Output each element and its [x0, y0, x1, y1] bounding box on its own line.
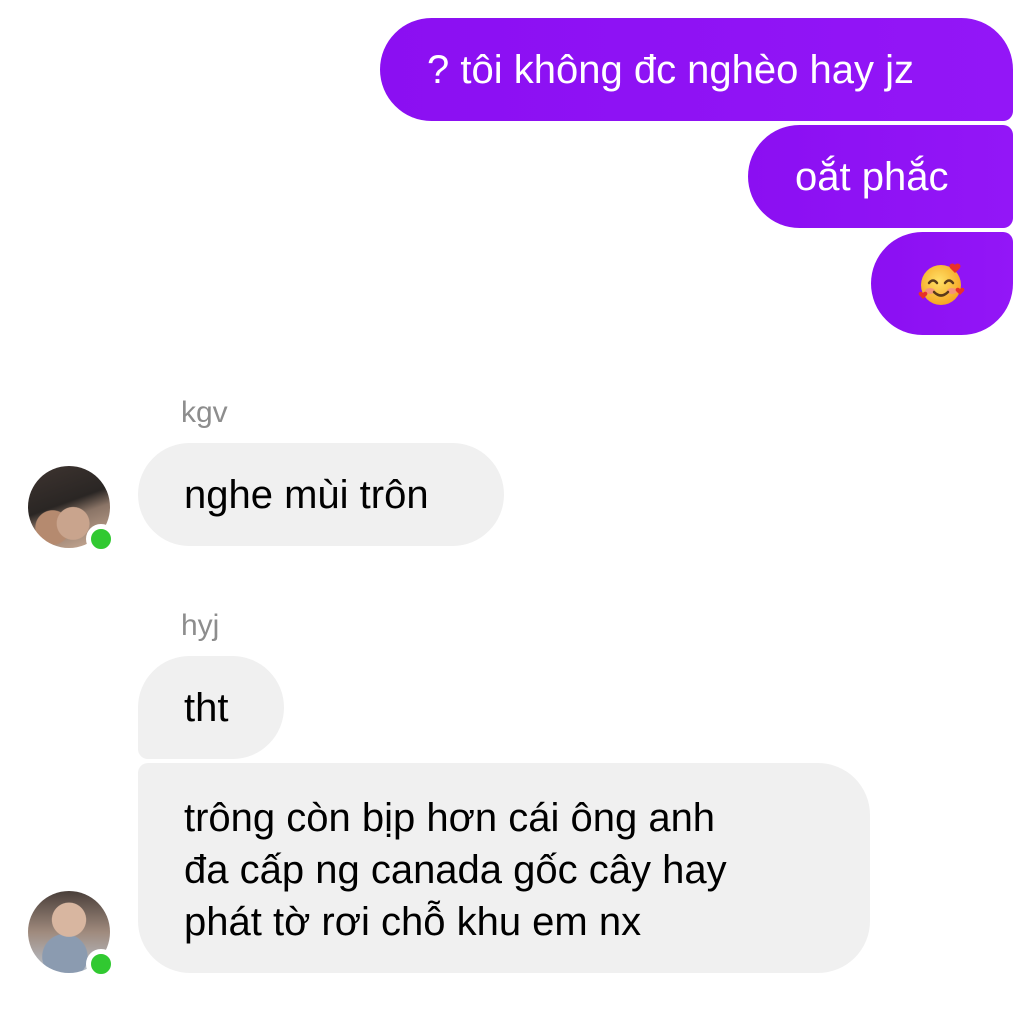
message-text: tht: [184, 685, 229, 730]
avatar[interactable]: [28, 466, 116, 554]
outgoing-message[interactable]: [871, 232, 1013, 335]
message-text: oắt phắc: [795, 154, 949, 199]
online-status-indicator: [86, 949, 116, 979]
sender-name: kgv: [181, 396, 228, 429]
incoming-message[interactable]: tht: [138, 656, 284, 759]
avatar[interactable]: [28, 891, 116, 979]
outgoing-message[interactable]: oắt phắc: [748, 125, 1013, 228]
outgoing-message[interactable]: ? tôi không đc nghèo hay jz: [380, 18, 1013, 121]
message-text: nghe mùi trôn: [184, 472, 429, 517]
incoming-message[interactable]: trông còn bịp hơn cái ông anh đa cấp ng …: [138, 763, 870, 973]
message-text: trông còn bịp hơn cái ông anh đa cấp ng …: [184, 796, 727, 944]
smiling-face-with-hearts-icon: [918, 263, 965, 305]
incoming-message[interactable]: nghe mùi trôn: [138, 443, 504, 546]
sender-name: hyj: [181, 609, 220, 642]
message-text: ? tôi không đc nghèo hay jz: [427, 47, 915, 92]
online-status-indicator: [86, 524, 116, 554]
chat-thread: ? tôi không đc nghèo hay jz oắt phắc kgv: [0, 0, 1034, 1020]
